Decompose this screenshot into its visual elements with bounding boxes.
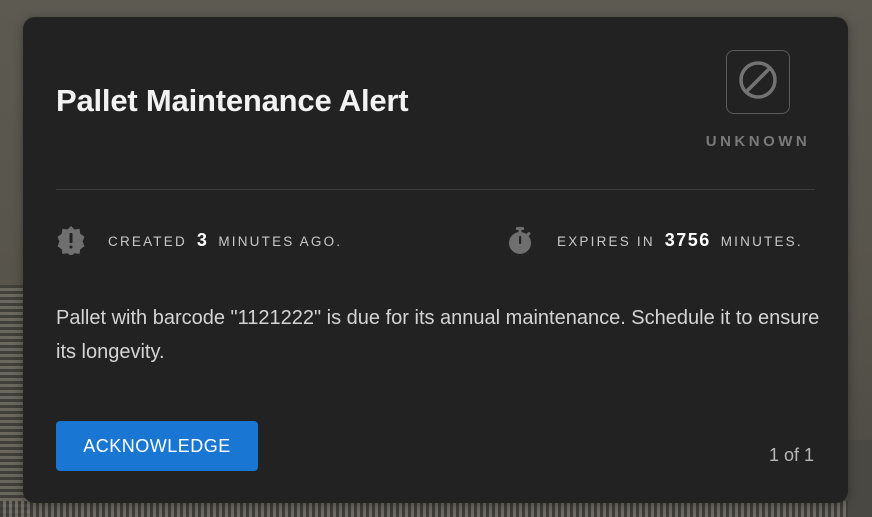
alert-message: Pallet with barcode "1121222" is due for… (56, 307, 820, 363)
divider (56, 189, 815, 190)
expires-value: 3756 (664, 229, 711, 250)
acknowledge-button[interactable]: ACKNOWLEDGE (56, 421, 258, 471)
expires-info: EXPIRES IN 3756 MINUTES. (505, 225, 803, 255)
status-indicator (726, 50, 790, 114)
alert-card: Pallet Maintenance Alert UNKNOWN CREATED… (23, 17, 848, 503)
expires-prefix: EXPIRES IN (557, 233, 655, 249)
created-prefix: CREATED (108, 233, 187, 249)
prohibited-icon (737, 59, 779, 106)
created-text: CREATED 3 MINUTES AGO. (108, 230, 342, 251)
background-shadow (848, 440, 872, 517)
alert-title: Pallet Maintenance Alert (56, 83, 409, 118)
created-suffix: MINUTES AGO. (218, 233, 343, 249)
created-info: CREATED 3 MINUTES AGO. (56, 225, 342, 255)
expires-suffix: MINUTES. (720, 233, 803, 249)
alert-badge-icon (56, 225, 86, 255)
status-label: UNKNOWN (705, 133, 811, 150)
background-floor (0, 501, 872, 517)
stopwatch-icon (505, 225, 535, 255)
created-value: 3 (196, 229, 209, 250)
expires-text: EXPIRES IN 3756 MINUTES. (557, 230, 803, 251)
pagination-indicator: 1 of 1 (768, 445, 814, 465)
